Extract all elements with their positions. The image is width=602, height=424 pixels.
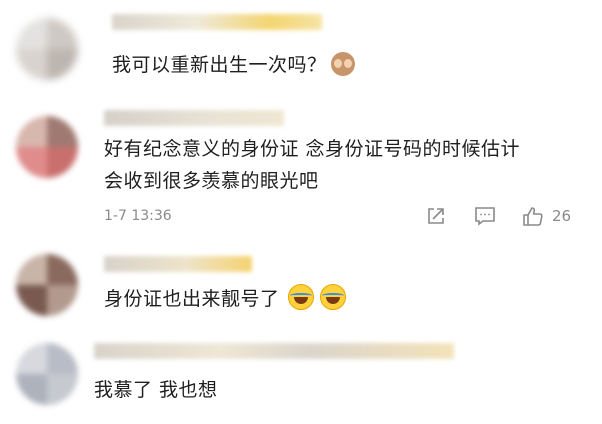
avatar[interactable] bbox=[16, 254, 78, 316]
comment-text-line2: 会收到很多羡慕的眼光吧 bbox=[104, 170, 319, 192]
avatar[interactable] bbox=[16, 18, 78, 80]
comment-button[interactable] bbox=[474, 206, 496, 226]
avatar[interactable] bbox=[16, 116, 78, 178]
avatar[interactable] bbox=[16, 343, 78, 405]
username-blurred[interactable] bbox=[94, 343, 454, 359]
laughing-crying-icon bbox=[287, 284, 314, 310]
comment-item: 好有纪念意义的身份证 念身份证号码的时候估计 会收到很多羡慕的眼光吧 1-7 1… bbox=[0, 110, 602, 250]
comment-timestamp: 1-7 13:36 bbox=[104, 208, 172, 224]
username-blurred[interactable] bbox=[104, 256, 252, 272]
comment-text: 我可以重新出生一次吗？ bbox=[112, 50, 355, 80]
comment-text: 身份证也出来靓号了 bbox=[104, 284, 346, 314]
comment-item: 我可以重新出生一次吗？ bbox=[0, 0, 602, 110]
comment-item: 我慕了 我也想 bbox=[0, 335, 602, 424]
username-blurred[interactable] bbox=[104, 110, 284, 126]
comment-text: 我慕了 我也想 bbox=[94, 379, 218, 401]
see-no-evil-monkey-icon bbox=[330, 52, 355, 76]
thumbs-up-icon bbox=[523, 207, 543, 226]
comment-text-body: 身份证也出来靓号了 bbox=[104, 288, 280, 310]
comment-text-body: 我可以重新出生一次吗？ bbox=[112, 54, 327, 76]
like-button[interactable]: 26 bbox=[522, 205, 571, 227]
comment-item: 身份证也出来靓号了 bbox=[0, 250, 602, 335]
username-blurred[interactable] bbox=[112, 14, 322, 30]
share-icon bbox=[428, 208, 444, 224]
comment-text-line1: 好有纪念意义的身份证 念身份证号码的时候估计 bbox=[104, 138, 521, 160]
comment-icon bbox=[475, 207, 495, 226]
laughing-crying-icon bbox=[319, 284, 346, 310]
share-button[interactable] bbox=[426, 206, 446, 226]
like-count: 26 bbox=[552, 207, 572, 225]
